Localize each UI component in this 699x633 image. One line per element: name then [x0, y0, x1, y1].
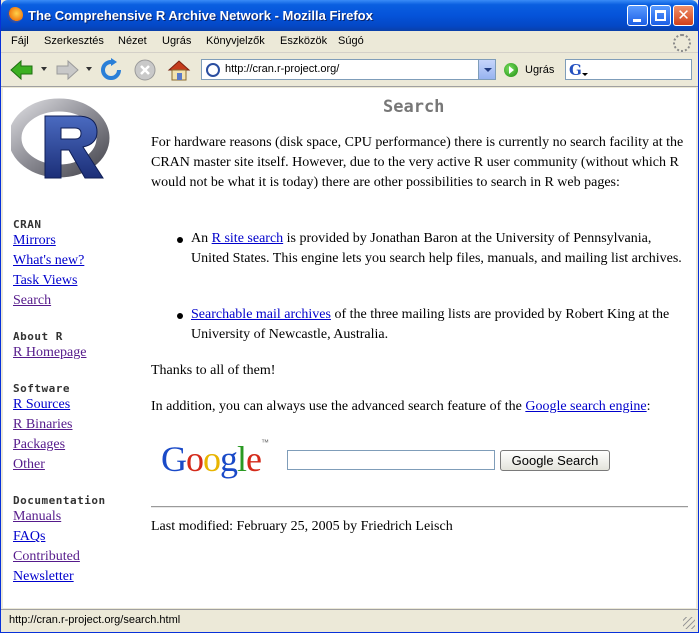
sidebar-link-other[interactable]: Other: [13, 457, 45, 473]
go-icon[interactable]: [504, 63, 518, 77]
home-button[interactable]: [166, 58, 192, 82]
window-title: The Comprehensive R Archive Network - Mo…: [28, 8, 373, 23]
google-logo-letter: o: [203, 439, 221, 479]
back-history-dropdown-icon[interactable]: [41, 67, 47, 71]
firefox-icon: [7, 7, 23, 23]
menu-go[interactable]: Ugrás: [162, 35, 191, 47]
sidebar-link-search[interactable]: Search: [13, 293, 51, 309]
sidebar-link-r-sources[interactable]: R Sources: [13, 397, 70, 413]
sidebar-link-contributed[interactable]: Contributed: [13, 549, 80, 565]
menu-bar: Fájl Szerkesztés Nézet Ugrás Könyvjelzők…: [1, 31, 698, 53]
close-button[interactable]: ✕: [673, 5, 694, 26]
sidebar-link-whats-new[interactable]: What's new?: [13, 253, 84, 269]
minimize-button[interactable]: [627, 5, 648, 26]
title-bar[interactable]: The Comprehensive R Archive Network - Mo…: [1, 0, 698, 31]
minimize-icon: [633, 19, 641, 22]
intro-paragraph: For hardware reasons (disk space, CPU pe…: [151, 135, 684, 190]
sidebar-section-about-r: About R: [13, 330, 63, 343]
throbber-icon: [673, 34, 691, 52]
sidebar-section-cran: CRAN: [13, 218, 42, 231]
menu-edit[interactable]: Szerkesztés: [44, 35, 104, 47]
bullet-marker: [177, 237, 183, 243]
page-favicon-icon: [206, 63, 220, 77]
bullet-marker: [177, 313, 183, 319]
browser-window: The Comprehensive R Archive Network - Mo…: [0, 0, 699, 633]
status-bar: http://cran.r-project.org/search.html: [1, 609, 698, 632]
google-search-input[interactable]: [287, 450, 495, 470]
google-trademark: ™: [261, 438, 269, 447]
url-input[interactable]: http://cran.r-project.org/: [225, 63, 339, 75]
horizontal-divider: [151, 506, 688, 508]
searchable-mail-archives-link[interactable]: Searchable mail archives: [191, 307, 331, 322]
resize-grip-icon[interactable]: [683, 617, 695, 629]
google-search-engine-link[interactable]: Google search engine: [525, 399, 646, 414]
menu-tools[interactable]: Eszközök: [280, 35, 327, 47]
google-logo[interactable]: Google™: [161, 438, 269, 480]
back-arrow-icon: [10, 59, 33, 81]
sidebar-link-r-binaries[interactable]: R Binaries: [13, 417, 73, 433]
addition-paragraph: In addition, you can always use the adva…: [151, 397, 691, 417]
close-icon: ✕: [677, 6, 690, 24]
toolbar-search-input[interactable]: G: [565, 59, 692, 80]
forward-arrow-icon: [56, 59, 79, 81]
reload-icon: [101, 58, 121, 80]
addition-text: In addition, you can always use the adva…: [151, 399, 526, 414]
bullet-text-pre: An: [191, 231, 212, 246]
page-content: CRAN Mirrors What's new? Task Views Sear…: [3, 88, 696, 608]
menu-help[interactable]: Súgó: [338, 35, 364, 47]
stop-icon: [134, 59, 156, 81]
url-bar[interactable]: http://cran.r-project.org/: [201, 59, 496, 80]
sidebar-link-mirrors[interactable]: Mirrors: [13, 233, 56, 249]
bullet-mail-archives: Searchable mail archives of the three ma…: [191, 305, 687, 345]
menu-view[interactable]: Nézet: [118, 35, 147, 47]
addition-colon: :: [646, 399, 651, 414]
sidebar-link-r-homepage[interactable]: R Homepage: [13, 345, 86, 361]
page-title: Search: [383, 97, 445, 117]
sidebar-section-documentation: Documentation: [13, 494, 106, 507]
stop-button[interactable]: [132, 58, 158, 82]
sidebar-section-software: Software: [13, 382, 70, 395]
sidebar-link-task-views[interactable]: Task Views: [13, 273, 77, 289]
google-logo-letter: l: [237, 439, 247, 479]
home-icon: [167, 60, 191, 81]
google-search-engine-icon[interactable]: G: [569, 62, 588, 78]
forward-history-dropdown-icon[interactable]: [86, 67, 92, 71]
reload-button[interactable]: [98, 58, 124, 82]
go-button-label[interactable]: Ugrás: [525, 64, 554, 76]
sidebar-link-newsletter[interactable]: Newsletter: [13, 569, 74, 585]
thanks-text: Thanks to all of them!: [151, 363, 276, 378]
sidebar-link-packages[interactable]: Packages: [13, 437, 65, 453]
r-logo: [11, 98, 110, 179]
google-logo-letter: e: [246, 439, 262, 479]
google-search-button[interactable]: Google Search: [500, 450, 610, 471]
google-logo-letter: g: [220, 439, 238, 479]
back-button[interactable]: [9, 58, 35, 82]
r-site-search-link[interactable]: R site search: [212, 231, 284, 246]
status-text: http://cran.r-project.org/search.html: [9, 614, 181, 626]
sidebar-link-manuals[interactable]: Manuals: [13, 509, 61, 525]
last-modified-text: Last modified: February 25, 2005 by Frie…: [151, 519, 453, 534]
maximize-button[interactable]: [650, 5, 671, 26]
maximize-icon: [655, 10, 666, 21]
sidebar-link-faqs[interactable]: FAQs: [13, 529, 45, 545]
url-history-dropdown-icon[interactable]: [478, 60, 495, 79]
menu-file[interactable]: Fájl: [11, 35, 29, 47]
google-logo-letter: o: [186, 439, 204, 479]
forward-button[interactable]: [54, 58, 80, 82]
bullet-r-site-search: An R site search is provided by Jonathan…: [191, 229, 687, 269]
menu-bookmarks[interactable]: Könyvjelzők: [206, 35, 265, 47]
google-logo-letter: G: [161, 439, 187, 479]
